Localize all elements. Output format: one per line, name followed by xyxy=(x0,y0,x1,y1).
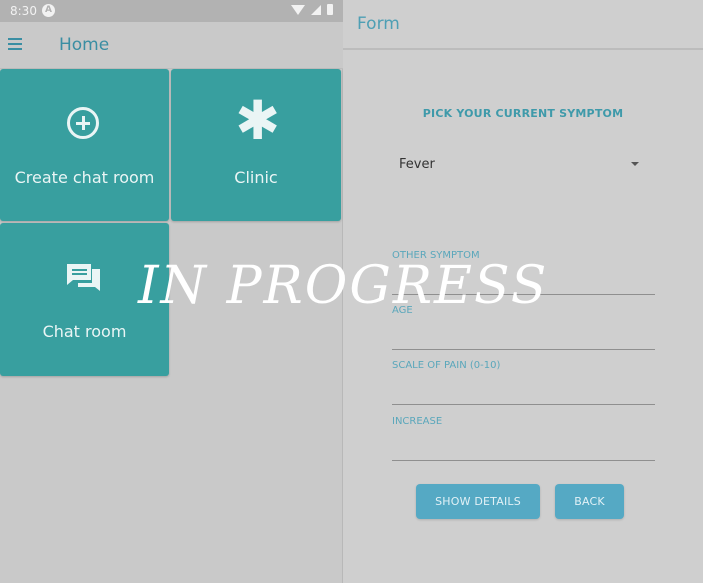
status-icons xyxy=(291,4,333,15)
create-chat-room-tile[interactable]: Create chat room xyxy=(0,69,169,221)
show-details-button[interactable]: SHOW DETAILS xyxy=(416,484,540,519)
add-circle-icon xyxy=(67,107,99,139)
asterisk-icon: ✱ xyxy=(235,89,281,152)
field-label: INCREASE xyxy=(392,416,443,427)
tile-label: Clinic xyxy=(234,168,278,187)
form-app-bar: Form xyxy=(343,0,703,50)
dropdown-arrow-icon xyxy=(631,162,639,166)
clinic-tile[interactable]: ✱ Clinic xyxy=(171,69,341,221)
in-progress-watermark: IN PROGRESS xyxy=(138,256,549,316)
status-time: 8:30 xyxy=(10,4,37,18)
field-label: SCALE OF PAIN (0-10) xyxy=(392,360,501,371)
battery-icon xyxy=(327,4,333,15)
wifi-icon xyxy=(291,4,305,15)
tile-label: Create chat room xyxy=(14,168,155,187)
symptom-heading: PICK YOUR CURRENT SYMPTOM xyxy=(422,107,624,120)
hamburger-menu-icon[interactable] xyxy=(8,38,22,50)
back-button[interactable]: BACK xyxy=(555,484,624,519)
chat-bubbles-icon xyxy=(67,264,100,291)
home-app-bar: Home xyxy=(0,22,343,69)
symptom-select[interactable]: Fever xyxy=(392,155,639,177)
signal-icon xyxy=(311,4,321,15)
form-title: Form xyxy=(357,14,400,34)
increase-field[interactable]: INCREASE xyxy=(392,416,655,461)
status-app-badge: A xyxy=(42,4,55,17)
page-title: Home xyxy=(59,35,110,55)
tile-label: Chat room xyxy=(42,322,127,341)
pain-scale-field[interactable]: SCALE OF PAIN (0-10) xyxy=(392,360,655,405)
symptom-select-value: Fever xyxy=(399,157,435,172)
status-bar: 8:30 A xyxy=(0,0,343,22)
